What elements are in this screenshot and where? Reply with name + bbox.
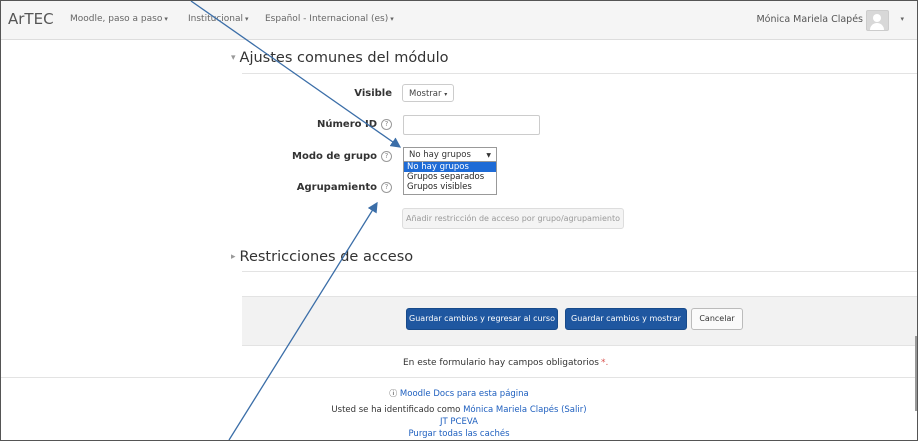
screenshot-frame: ArTEC Moodle, paso a paso ▾ Institucional… — [0, 0, 918, 441]
annotation-arrow-grouping — [228, 201, 378, 440]
annotation-arrows — [190, 1, 402, 440]
annotation-arrow-groupmode — [190, 1, 402, 148]
